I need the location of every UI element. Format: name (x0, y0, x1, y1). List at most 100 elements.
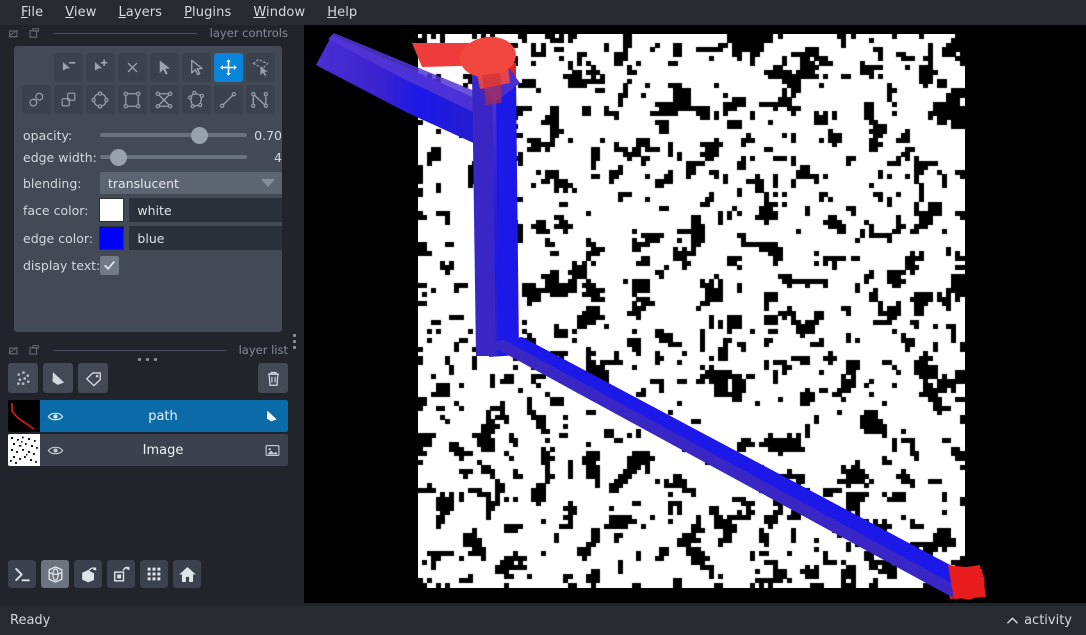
transform-tool-button[interactable] (245, 53, 275, 82)
edge-color-swatch[interactable] (98, 226, 125, 250)
opacity-row: opacity: 0.70 (14, 124, 282, 146)
path-endpoint-marker-2 (948, 565, 986, 600)
opacity-slider-track (100, 133, 247, 137)
menu-view[interactable]: View (54, 3, 107, 22)
image-icon (265, 444, 279, 456)
add-polygon-lasso-tool-button[interactable] (149, 85, 179, 114)
eye-icon (47, 412, 63, 420)
close-dock-icon[interactable] (28, 27, 41, 40)
new-labels-layer-button[interactable] (78, 363, 108, 393)
ndisplay-button[interactable] (41, 560, 69, 588)
layer-type-icon-image (256, 442, 288, 459)
delete-layer-button[interactable] (258, 363, 288, 393)
roll-dims-icon (81, 566, 96, 582)
eye-icon (47, 446, 63, 454)
roll-dims-button[interactable] (74, 560, 102, 588)
path-thumbnail-image (8, 400, 40, 432)
menu-layers[interactable]: Layers (107, 3, 173, 22)
blending-select[interactable]: translucent (100, 172, 282, 194)
left-dock: layer controls opacity: 0.70 edge width:… (0, 25, 296, 606)
opacity-slider[interactable] (100, 124, 247, 146)
layer-list: path Image (8, 400, 288, 468)
display-text-checkbox[interactable] (100, 255, 119, 275)
move-to-front-tool-button[interactable] (21, 85, 51, 114)
status-message: Ready (10, 613, 51, 628)
layer-thumbnail-image (8, 434, 40, 466)
layer-list-header-wrap: layer list (0, 342, 296, 358)
menu-file[interactable]: File (10, 3, 54, 22)
new-points-layer-button[interactable] (8, 363, 38, 393)
close-dock-icon-2[interactable] (28, 344, 41, 357)
napari-window: File View Layers Plugins Window Help lay… (0, 0, 1086, 635)
pan-arrows-icon (219, 59, 237, 76)
layer-visibility-toggle-image[interactable] (40, 442, 70, 459)
image-thumbnail-image (8, 434, 40, 466)
layer-row-path[interactable]: path (8, 400, 288, 432)
edge-width-row: edge width: 4 (14, 146, 282, 168)
face-color-value: white (137, 202, 172, 218)
shape-tool-row-2 (14, 85, 282, 114)
shapes-icon (52, 371, 64, 385)
add-rectangle-tool-button[interactable] (117, 85, 147, 114)
add-line-tool-button[interactable] (213, 85, 243, 114)
grid-view-button[interactable] (140, 560, 168, 588)
layer-controls-title: layer controls (209, 26, 288, 40)
layer-list-header: layer list (0, 342, 296, 358)
menu-help[interactable]: Help (316, 3, 368, 22)
layer-visibility-toggle-path[interactable] (40, 408, 70, 425)
menu-window[interactable]: Window (242, 3, 316, 22)
x-icon (127, 62, 137, 73)
shape-tool-row-1 (14, 53, 282, 82)
layer-controls-header: layer controls (0, 25, 296, 41)
move-to-back-tool-button[interactable] (53, 85, 83, 114)
home-button[interactable] (173, 560, 201, 588)
viewer-canvas[interactable] (304, 25, 1086, 603)
menubar: File View Layers Plugins Window Help (0, 0, 1086, 25)
activity-label: activity (1024, 613, 1072, 628)
header-rule-2 (54, 349, 226, 351)
horizontal-splitter-handle[interactable] (138, 358, 157, 361)
rectangle-icon (123, 91, 141, 108)
move-back-icon (61, 92, 75, 107)
edge-width-value: 4 (274, 149, 282, 165)
path-segment-2 (472, 73, 519, 357)
transpose-dims-button[interactable] (107, 560, 135, 588)
face-color-label: face color: (23, 202, 89, 218)
move-front-icon (28, 92, 43, 107)
pan-zoom-tool-button[interactable] (213, 53, 243, 82)
layer-row-image[interactable]: Image (8, 434, 288, 466)
layer-name-path: path (148, 408, 178, 424)
console-button[interactable] (8, 560, 36, 588)
activity-toggle[interactable]: activity (1007, 613, 1086, 628)
edge-color-field[interactable]: blue (129, 226, 282, 250)
add-path-tool-button[interactable] (245, 85, 275, 114)
display-text-label: display text: (23, 257, 101, 273)
ellipse-icon (91, 90, 109, 109)
float-dock-icon-2[interactable] (8, 344, 21, 357)
delete-shape-tool-button[interactable] (117, 53, 147, 82)
blending-label: blending: (23, 175, 82, 191)
face-color-swatch[interactable] (98, 198, 125, 222)
opacity-slider-handle[interactable] (191, 127, 208, 144)
vertex-remove-tool-button[interactable] (53, 53, 83, 82)
edge-width-slider[interactable] (100, 146, 247, 168)
add-polygon-tool-button[interactable] (181, 85, 211, 114)
edge-width-slider-handle[interactable] (110, 149, 128, 166)
select-shapes-tool-button[interactable] (181, 53, 211, 82)
face-color-row: face color: white (14, 198, 282, 222)
direct-select-tool-button[interactable] (149, 53, 179, 82)
vertex-insert-tool-button[interactable] (85, 53, 115, 82)
points-icon (16, 370, 30, 385)
blending-row: blending: translucent (14, 172, 282, 194)
line-icon (219, 91, 237, 108)
edge-color-label: edge color: (23, 230, 93, 246)
add-ellipse-tool-button[interactable] (85, 85, 115, 114)
layer-list-title: layer list (238, 343, 288, 357)
trash-icon (267, 371, 279, 386)
new-shapes-layer-button[interactable] (43, 363, 73, 393)
header-rule (54, 32, 197, 34)
menu-plugins[interactable]: Plugins (173, 3, 242, 22)
layer-list-toolbar (8, 362, 288, 394)
face-color-field[interactable]: white (129, 198, 282, 222)
float-dock-icon[interactable] (8, 27, 21, 40)
